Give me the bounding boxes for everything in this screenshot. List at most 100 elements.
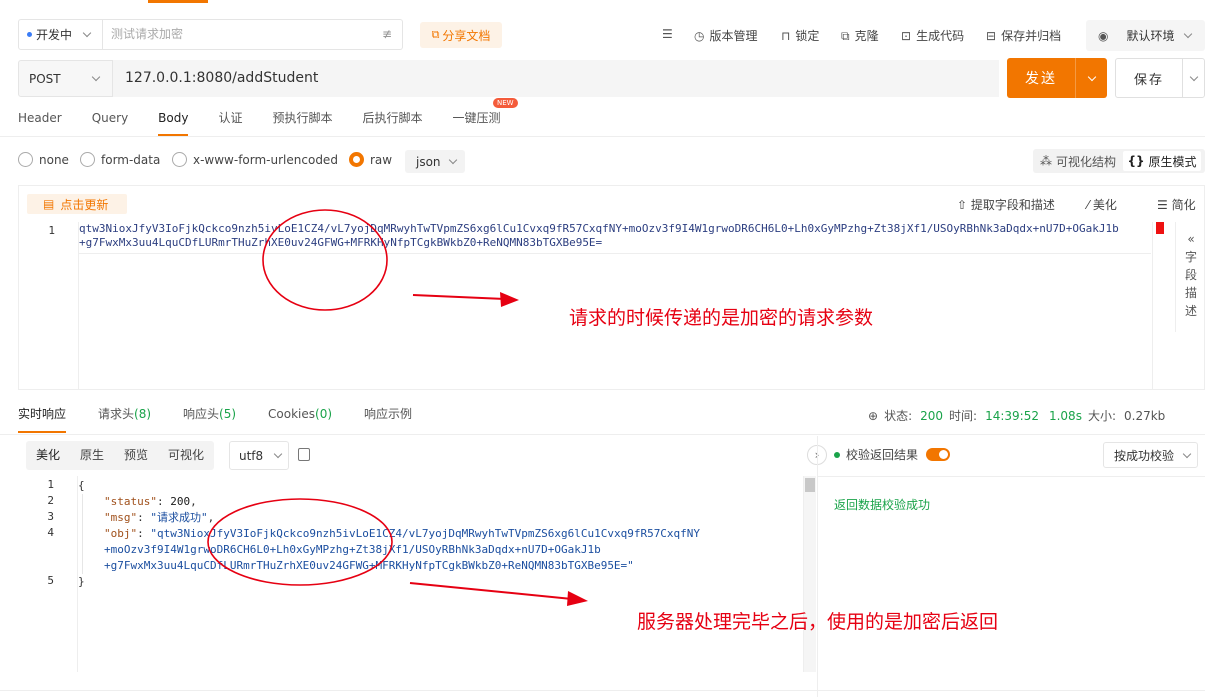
json-string: "qtw3NioxJfyV3IoFjkQckco9nzh5ivLoE1CZ4/v… [150,527,701,540]
method-select[interactable]: POST [18,60,113,97]
tab-response-examples[interactable]: 响应示例 [364,405,412,433]
body-mode-toggle: ⁂ 可视化结构 {} 原生模式 [1033,149,1205,173]
json-number: 200 [170,495,191,508]
status-dot-icon [27,32,32,37]
validation-toggle[interactable] [926,448,951,461]
lock-icon: ⊓ [781,29,791,43]
save-archive-button[interactable]: ⊟ 保存并归档 [986,27,1061,44]
editor-scrollbar[interactable] [1152,222,1167,390]
save-options-toggle[interactable] [1183,72,1204,81]
annotation-response: 服务器处理完毕之后，使用的是加密后返回 [637,611,999,633]
list-icon: ☰ [662,27,673,41]
code-line: +g7FwxMx3uu4LquCDfLURmrTHuZrhXE0uv24GFWG… [104,559,634,572]
request-name-input[interactable]: 测试请求加密 ≢ [103,19,403,50]
send-button[interactable]: 发送 [1007,58,1107,98]
copy-icon[interactable] [298,448,310,461]
gen-code-label: 生成代码 [916,29,965,43]
new-badge: NEW [493,98,518,108]
radio-form-data[interactable]: form-data [80,152,160,167]
mode-raw-button[interactable]: {} 原生模式 [1123,151,1201,171]
tab-count: (5) [219,407,237,421]
validation-divider [818,476,1205,477]
view-raw[interactable]: 原生 [70,441,114,470]
code-line: { [78,478,700,494]
chevron-down-icon [1087,72,1096,81]
share-doc-label: 分享文档 [442,28,491,43]
line-number: 5 [47,574,54,587]
clone-label: 克隆 [854,29,879,43]
tab-cookies[interactable]: Cookies(0) [268,405,332,433]
tab-label: Cookies [268,407,316,421]
save-button[interactable]: 保存 [1115,58,1205,98]
clone-button[interactable]: ⧉ 克隆 [841,27,879,44]
simplify-button[interactable]: ☰ 简化 [1157,196,1196,213]
mode-visual-button[interactable]: ⁂ 可视化结构 [1033,153,1123,170]
chevron-down-icon [273,449,283,459]
view-beautify[interactable]: 美化 [26,441,70,470]
chevron-down-icon [91,72,100,82]
bottom-divider [0,690,1205,691]
version-button[interactable]: ◷ 版本管理 [694,27,758,44]
radio-urlencoded-label: x-www-form-urlencoded [193,152,338,167]
json-key: "status" [104,495,157,508]
save-archive-label: 保存并归档 [1001,29,1062,43]
response-scrollbar[interactable] [803,476,816,672]
tab-label: 请求头 [98,407,135,421]
extract-fields-button[interactable]: ⇧ 提取字段和描述 [957,196,1055,213]
error-marker [1156,222,1164,234]
tab-response-headers[interactable]: 响应头(5) [183,405,236,433]
outline-toggle[interactable]: ☰ [662,27,678,41]
side-panel-char: 字 [1184,250,1197,264]
refresh-button[interactable]: ▤ 点击更新 [27,194,127,214]
status-label: 状态: [884,409,913,423]
edit-lines-icon: ≢ [381,27,392,41]
validation-mode-select[interactable]: 按成功校验 [1103,442,1198,468]
view-preview[interactable]: 预览 [114,441,158,470]
radio-circle [80,152,95,167]
request-body-code[interactable]: qtw3NioxJfyV3IoFjkQckco9nzh5ivLoE1CZ4/vL… [79,222,1151,250]
tab-post-script[interactable]: 后执行脚本 [363,108,423,136]
tab-header[interactable]: Header [18,108,62,136]
time-value: 14:39:52 [985,408,1039,423]
tab-realtime-response[interactable]: 实时响应 [18,405,67,433]
lock-button[interactable]: ⊓ 锁定 [781,27,819,44]
tab-query[interactable]: Query [92,108,128,136]
beautify-button[interactable]: ⁄ 美化 [1087,196,1117,213]
globe-icon: ⊕ [868,408,879,423]
duration-value: 1.08s [1048,408,1082,423]
radio-none[interactable]: none [18,152,69,167]
indent-guide [82,494,83,574]
send-options-toggle[interactable] [1076,72,1107,81]
tab-count: (8) [134,407,152,421]
environment-select[interactable]: ◉ 默认环境 [1086,20,1205,51]
side-panel-char: 段 [1184,268,1197,282]
status-dot-icon [834,451,840,458]
tab-load-test[interactable]: 一键压测 [453,108,501,136]
view-visual[interactable]: 可视化 [158,441,214,470]
tab-body[interactable]: Body [158,108,189,136]
raw-format-select[interactable]: json [405,150,465,173]
encoding-select[interactable]: utf8 [229,441,289,470]
radio-circle [18,152,33,167]
radio-urlencoded[interactable]: x-www-form-urlencoded [172,152,338,167]
response-body-code[interactable]: { "status": 200, "msg": "请求成功", "obj": "… [78,478,700,590]
env-status-select[interactable]: 开发中 [18,19,103,50]
scroll-thumb[interactable] [805,478,815,492]
save-label: 保存 [1133,72,1164,88]
request-body-editor[interactable]: ▤ 点击更新 ⇧ 提取字段和描述 ⁄ 美化 ☰ 简化 1 qtw3NioxJfy… [18,185,1205,390]
tabs-divider [0,136,1205,137]
side-panel-char: 述 [1184,304,1197,318]
tab-request-headers[interactable]: 请求头(8) [98,405,151,433]
json-key: "msg" [104,511,138,524]
share-doc-button[interactable]: ⧉ 分享文档 [420,22,502,48]
validation-label: 校验返回结果 [846,448,919,462]
tab-auth[interactable]: 认证 [218,108,242,136]
gen-code-button[interactable]: ⊡ 生成代码 [901,27,964,44]
url-input[interactable]: 127.0.0.1:8080/addStudent [113,60,999,97]
tab-pre-script[interactable]: 预执行脚本 [272,108,332,136]
environment-label: 默认环境 [1126,29,1175,43]
line-number: 3 [47,510,54,523]
field-description-panel[interactable]: « 字 段 描 述 [1175,222,1205,332]
validation-mode-label: 按成功校验 [1114,448,1175,463]
radio-raw[interactable]: raw [349,152,392,167]
